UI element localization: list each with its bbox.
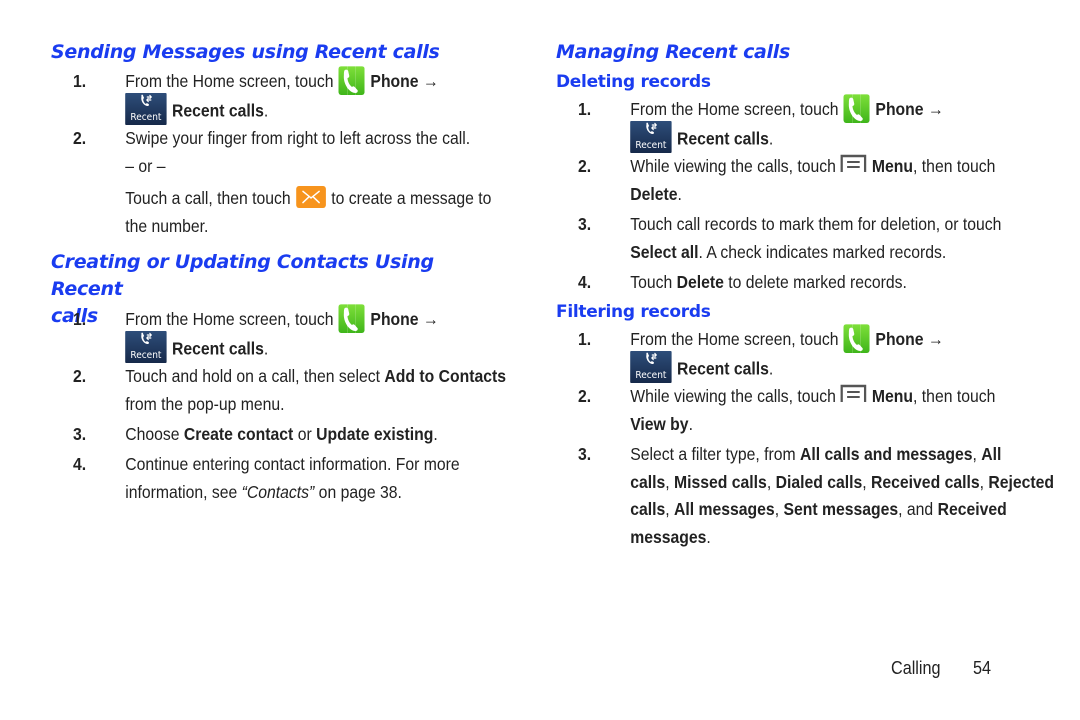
filter-option: All messages — [674, 499, 775, 519]
phone-app-icon — [843, 324, 871, 353]
filter-option: Rejected — [988, 471, 1055, 492]
subsection-title-filtering: Filtering records — [556, 302, 711, 322]
footer-section-name: Calling — [891, 658, 941, 678]
phone-app-icon — [843, 94, 871, 123]
footer-page-number: 54 — [973, 658, 992, 678]
contacts-reference-link[interactable]: “Contacts” — [242, 482, 315, 502]
recent-calls-icon: Recent — [125, 92, 167, 125]
section-title-managing: Managing Recent calls — [556, 41, 790, 63]
message-envelope-icon — [296, 186, 326, 209]
filter-option: Dialed calls — [775, 471, 863, 492]
menu-key-icon — [840, 154, 867, 174]
recent-calls-icon: Recent — [630, 350, 672, 383]
filter-option: Missed calls — [674, 471, 767, 492]
recent-calls-icon: Recent — [630, 120, 672, 153]
section-title-sending: Sending Messages using Recent calls — [51, 41, 440, 63]
phone-app-icon — [338, 66, 366, 95]
filter-option: calls — [630, 471, 666, 492]
filter-option: calls — [630, 499, 666, 519]
phone-app-icon — [338, 304, 366, 333]
subsection-title-deleting: Deleting records — [556, 72, 711, 92]
menu-key-icon — [840, 384, 867, 404]
filter-option: Received calls — [871, 471, 980, 492]
filter-option: All — [981, 444, 1002, 464]
recent-calls-icon: Recent — [125, 330, 167, 363]
filter-option: Sent messages — [783, 499, 899, 519]
filter-option: Received — [937, 499, 1007, 519]
filter-option: All calls and messages — [800, 444, 973, 464]
filter-option: messages — [630, 526, 707, 547]
